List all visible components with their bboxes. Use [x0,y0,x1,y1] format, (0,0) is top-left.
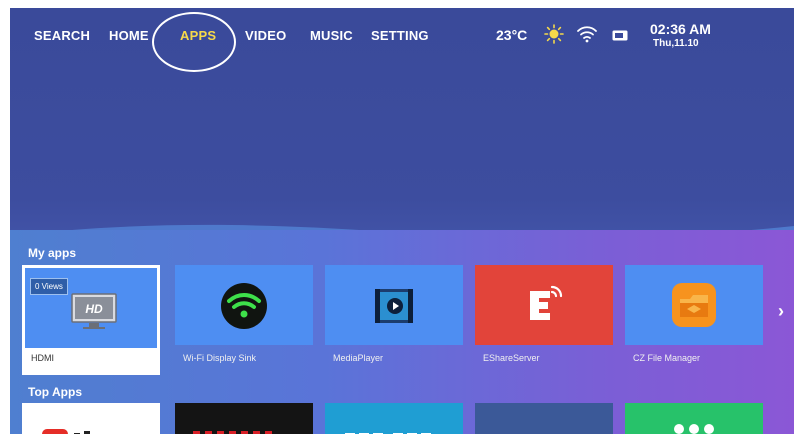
clock-time: 02:36 AM [650,21,711,37]
svg-text:HD: HD [85,302,103,316]
youtube-icon [42,429,90,434]
clock-date: Thu,11.10 [653,38,699,49]
hdmi-tile-art: 0 Views HD [25,268,157,348]
sun-icon [544,24,564,44]
file-manager-icon [672,283,716,327]
file-manager-tile-art [625,265,763,345]
eshare-tile-art [475,265,613,345]
top-app-prime-video[interactable] [325,403,463,434]
my-apps-heading: My apps [28,246,77,260]
top-app-youtube[interactable] [22,403,160,434]
app-tile-eshareserver[interactable]: EShareServer [475,265,613,375]
highlight-circle-annotation [152,12,236,72]
prime-video-icon [345,433,431,434]
nav-video[interactable]: VIDEO [245,28,286,43]
wifi-icon [577,26,597,43]
app-tile-hdmi[interactable]: 0 Views HD HDMI [22,265,160,375]
top-app-facebook[interactable] [475,403,613,434]
hdmi-tv-icon: HD [71,293,117,329]
media-player-icon [375,289,413,323]
nav-setting[interactable]: SETTING [371,28,429,43]
nav-search[interactable]: SEARCH [34,28,90,43]
tv-launcher-screen: SEARCH HOME APPS VIDEO MUSIC SETTING 23°… [10,8,794,434]
chevron-right-icon[interactable]: › [778,301,784,322]
app-tile-cz-file-manager[interactable]: CZ File Manager [625,265,763,375]
top-navigation-bar: SEARCH HOME APPS VIDEO MUSIC SETTING 23°… [10,8,794,72]
facebook-icon [497,425,593,434]
nav-home[interactable]: HOME [109,28,149,43]
top-apps-heading: Top Apps [28,385,82,399]
app-label-mediaplayer: MediaPlayer [333,353,384,363]
more-apps-icon [674,424,714,434]
netflix-icon [193,431,272,434]
app-label-wifi-display-sink: Wi-Fi Display Sink [183,353,257,363]
sd-card-icon [612,30,628,41]
app-tile-wifi-display-sink[interactable]: Wi-Fi Display Sink [175,265,313,375]
app-label-eshareserver: EShareServer [483,353,540,363]
app-label-cz-file-manager: CZ File Manager [633,353,701,363]
nav-music[interactable]: MUSIC [310,28,353,43]
app-label-hdmi: HDMI [31,353,54,363]
top-app-netflix[interactable] [175,403,313,434]
wifi-display-icon [221,283,267,329]
app-tile-mediaplayer[interactable]: MediaPlayer [325,265,463,375]
temperature-readout: 23°C [496,27,528,43]
views-badge: 0 Views [30,278,68,295]
wifi-display-tile-art [175,265,313,345]
top-app-more[interactable] [625,403,763,434]
eshare-icon [530,285,563,320]
mediaplayer-tile-art [325,265,463,345]
